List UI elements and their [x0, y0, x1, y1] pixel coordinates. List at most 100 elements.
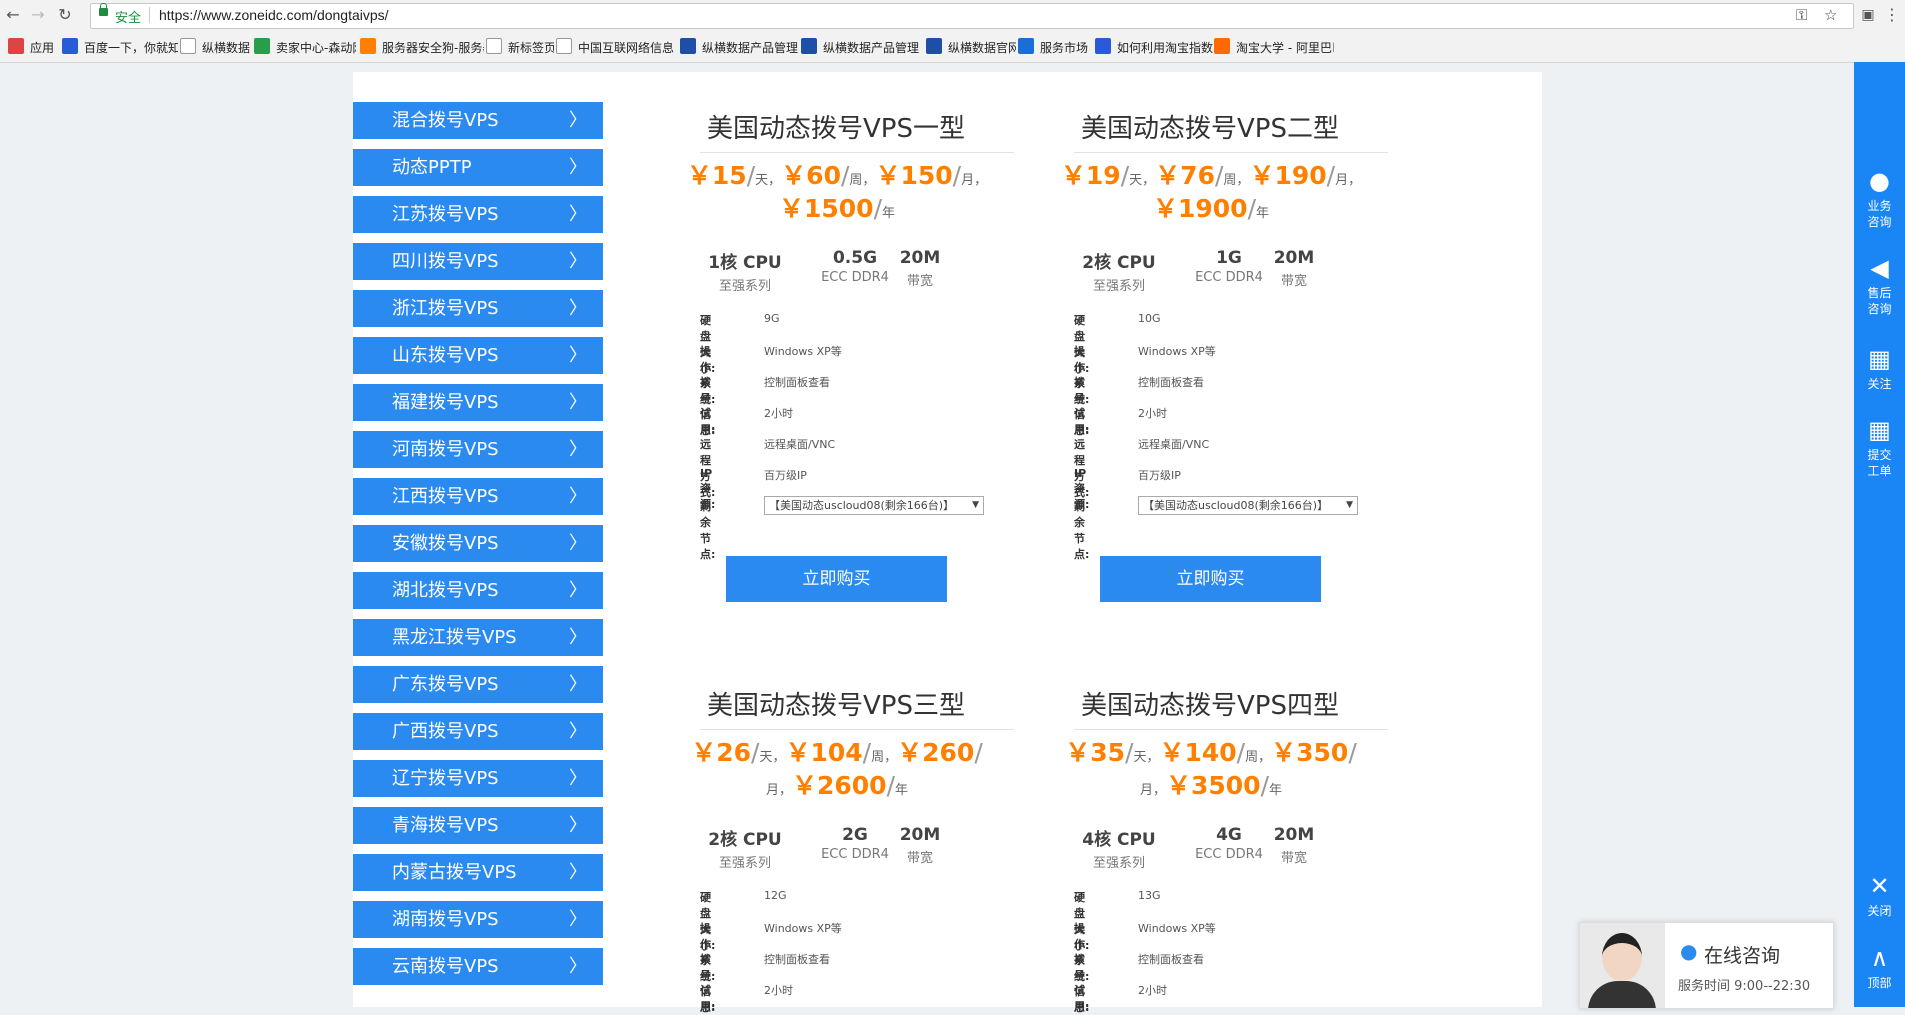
price-slash: / [974, 738, 983, 767]
back-arrow-icon[interactable]: ← [2, 4, 24, 26]
sidebar-item[interactable]: 广西拨号VPS 〉 [353, 713, 603, 750]
bookmarks-bar: 应用 百度一下，你就知道 纵横数据 卖家中心-森动网 服务器安全狗-服务器 新标签页 中国互… [0, 31, 1905, 61]
spec-row: 2核 CPU 至强系列 2G ECC DDR4 20M 带宽 [700, 825, 1000, 873]
price-comma: ， [1146, 750, 1160, 765]
chevron-right-icon: 〉 [569, 815, 587, 836]
spec-item: 20M 带宽 [1264, 248, 1324, 289]
sidebar-item[interactable]: 青海拨号VPS 〉 [353, 807, 603, 844]
sidebar-item[interactable]: 四川拨号VPS 〉 [353, 243, 603, 280]
buy-now-button[interactable]: 立即购买 [1100, 556, 1321, 602]
sidebar-item[interactable]: 湖北拨号VPS 〉 [353, 572, 603, 609]
forward-arrow-icon[interactable]: → [27, 4, 49, 26]
bookmark-item[interactable]: 淘宝大学 - 阿里巴巴 [1214, 38, 1334, 56]
bookmark-item[interactable]: 百度一下，你就知道 [62, 38, 178, 56]
spec-sub: ECC DDR4 [821, 847, 889, 862]
star-icon[interactable]: ☆ [1824, 6, 1837, 24]
price-week: ￥76 [1155, 161, 1215, 190]
node-select[interactable]: 【美国动态uscloud08(剩余166台)】 ▼ [1138, 496, 1358, 515]
bookmark-item[interactable]: 纵横数据 [180, 38, 252, 56]
price-unit: 天 [759, 750, 773, 765]
bookmark-item[interactable]: 服务器安全狗-服务器 [360, 38, 484, 56]
sidebar-item[interactable]: 云南拨号VPS 〉 [353, 948, 603, 985]
address-bar[interactable]: 安全 https://www.zoneidc.com/dongtaivps/ ⚿… [90, 3, 1854, 29]
toolbar-item[interactable]: ▦ 关注 [1854, 345, 1905, 392]
title-divider [1074, 152, 1388, 153]
sidebar-item[interactable]: 动态PPTP 〉 [353, 149, 603, 186]
reload-icon[interactable]: ↻ [54, 4, 76, 26]
detail-value: Windows XP等 [764, 922, 842, 935]
node-select-value: 【美国动态uscloud08(剩余166台)】 [1143, 499, 1329, 512]
spec-sub: ECC DDR4 [821, 270, 889, 285]
spec-sub: 带宽 [1280, 274, 1307, 289]
sidebar-item[interactable]: 湖南拨号VPS 〉 [353, 901, 603, 938]
buy-now-button[interactable]: 立即购买 [726, 556, 947, 602]
sidebar-item[interactable]: 广东拨号VPS 〉 [353, 666, 603, 703]
bookmark-item[interactable]: 应用 [8, 38, 58, 56]
site-icon [254, 38, 270, 54]
sidebar-item[interactable]: 福建拨号VPS 〉 [353, 384, 603, 421]
sidebar-item[interactable]: 江西拨号VPS 〉 [353, 478, 603, 515]
bookmark-item[interactable]: 纵横数据官网 [926, 38, 1016, 56]
price-comma: ， [1152, 783, 1166, 798]
bookmark-item[interactable]: 卖家中心-森动网 [254, 38, 356, 56]
chevron-right-icon: 〉 [569, 909, 587, 930]
toolbar-item[interactable]: ▦ 提交 工单 [1854, 416, 1905, 479]
bookmark-label: 纵横数据 [202, 41, 251, 55]
price-slash: / [1120, 161, 1130, 190]
chat-widget[interactable]: ● 在线咨询 服务时间 9:00--22:30 [1579, 922, 1834, 1009]
key-icon[interactable]: ⚿ [1796, 6, 1807, 24]
site-icon [556, 38, 572, 54]
bookmark-item[interactable]: 服务市场 [1018, 38, 1093, 56]
price-day: ￥19 [1060, 161, 1121, 190]
extension-icon[interactable]: ▣ [1857, 4, 1879, 26]
bookmark-label: 如何利用淘宝指数进 [1117, 41, 1213, 55]
sidebar-item[interactable]: 黑龙江拨号VPS 〉 [353, 619, 603, 656]
spec-value: 2核 CPU [708, 830, 782, 850]
toolbar-item[interactable]: ◀ 售后 咨询 [1854, 254, 1905, 317]
menu-icon[interactable]: ⋮ [1881, 4, 1903, 26]
price-unit: 周 [1245, 750, 1259, 765]
chat-title[interactable]: 在线咨询 [1704, 941, 1780, 968]
navigation-bar: ← → ↻ 安全 https://www.zoneidc.com/dongtai… [0, 0, 1905, 31]
sidebar-item[interactable]: 山东拨号VPS 〉 [353, 337, 603, 374]
price-year: ￥3500 [1165, 771, 1261, 800]
bookmark-item[interactable]: 纵横数据产品管理平 [801, 38, 919, 56]
price-comma: ， [862, 173, 876, 188]
spec-value: 1G [1216, 248, 1242, 268]
price-slash: / [1236, 738, 1246, 767]
url-text[interactable]: https://www.zoneidc.com/dongtaivps/ [159, 7, 389, 23]
toolbar-item[interactable]: ● 业务 咨询 [1854, 167, 1905, 230]
toolbar-item[interactable]: ✕ 关闭 [1854, 872, 1905, 919]
bookmark-item[interactable]: 纵横数据产品管理平 [680, 38, 798, 56]
bookmark-item[interactable]: 中国互联网络信息中 [556, 38, 674, 56]
cloud-icon [680, 38, 696, 54]
detail-value: 2小时 [764, 407, 793, 420]
sidebar-item[interactable]: 内蒙古拨号VPS 〉 [353, 854, 603, 891]
sidebar-item-label: 广西拨号VPS [392, 721, 499, 742]
spec-sub: 至强系列 [1092, 279, 1145, 294]
cloud-icon [926, 38, 942, 54]
product-title: 美国动态拨号VPS二型 [1081, 114, 1339, 144]
sidebar-item-label: 辽宁拨号VPS [392, 768, 499, 789]
bookmark-label: 服务市场 [1040, 41, 1089, 55]
bookmark-item[interactable]: 新标签页 [486, 38, 554, 56]
spec-sub: ECC DDR4 [1195, 847, 1263, 862]
price-month: ￥190 [1249, 161, 1327, 190]
sidebar-item[interactable]: 浙江拨号VPS 〉 [353, 290, 603, 327]
sidebar-item[interactable]: 辽宁拨号VPS 〉 [353, 760, 603, 797]
spec-value: 20M [899, 825, 941, 845]
sidebar-item[interactable]: 江苏拨号VPS 〉 [353, 196, 603, 233]
sidebar-item[interactable]: 混合拨号VPS 〉 [353, 102, 603, 139]
sidebar-item[interactable]: 安徽拨号VPS 〉 [353, 525, 603, 562]
price-slash: / [1247, 194, 1256, 223]
price-unit: 月 [1139, 783, 1153, 798]
sidebar-item[interactable]: 河南拨号VPS 〉 [353, 431, 603, 468]
dog-icon [360, 38, 376, 54]
node-select[interactable]: 【美国动态uscloud08(剩余166台)】 ▼ [764, 496, 984, 515]
product-title: 美国动态拨号VPS四型 [1081, 691, 1339, 721]
detail-key: 试用: [1074, 407, 1090, 436]
toolbar-item[interactable]: ∧ 顶部 [1854, 944, 1905, 991]
bookmark-item[interactable]: 如何利用淘宝指数进 [1095, 38, 1213, 56]
sidebar-item-label: 云南拨号VPS [392, 956, 499, 977]
price-block: ￥19/天，￥76/周，￥190/月，￥1900/年 [1024, 162, 1398, 228]
